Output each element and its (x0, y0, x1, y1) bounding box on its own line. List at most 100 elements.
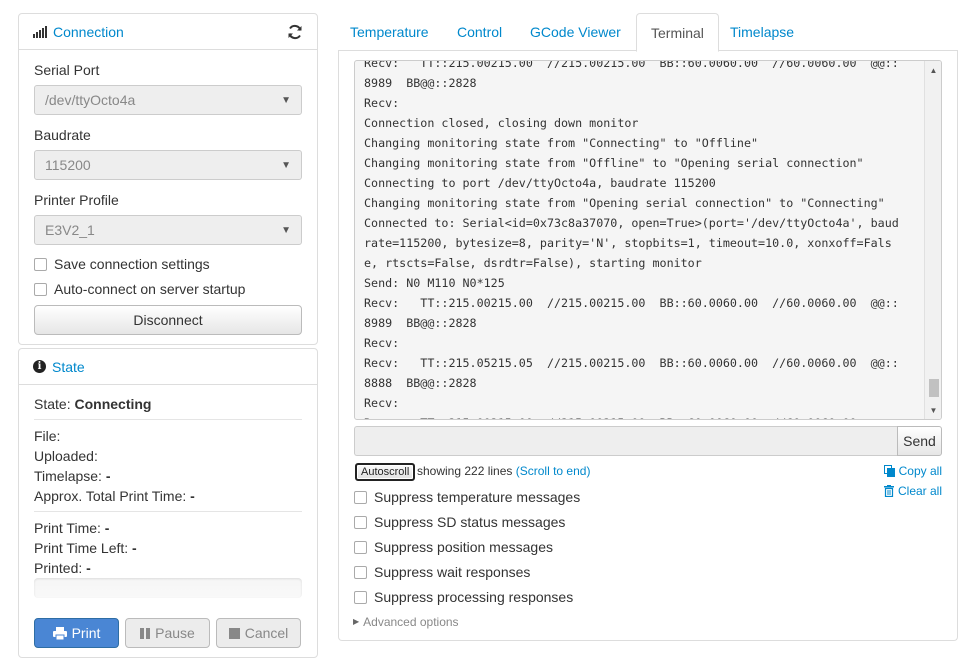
terminal-line: Connection closed, closing down monitor (364, 116, 639, 130)
tab-control[interactable]: Control (443, 13, 516, 51)
chevron-down-icon: ▼ (281, 94, 291, 106)
stop-icon (228, 627, 240, 639)
divider (34, 419, 302, 420)
checkbox-box[interactable] (34, 257, 47, 271)
disconnect-button[interactable]: Disconnect (34, 305, 302, 335)
save-settings-checkbox[interactable]: Save connection settings (34, 256, 210, 272)
suppress-wait-label: Suppress wait responses (374, 564, 531, 580)
terminal-line: Recv: TT::215.00215.00 //215.00215.00 BB… (364, 413, 912, 419)
tab-gcode-viewer[interactable]: GCode Viewer (516, 13, 635, 51)
timelapse-value: - (105, 468, 111, 484)
connection-title[interactable]: Connection (53, 24, 124, 40)
print-time-row: Print Time: - (34, 518, 109, 538)
suppress-temperature-checkbox[interactable]: Suppress temperature messages (354, 487, 580, 507)
terminal-line: Changing monitoring state from "Opening … (364, 196, 885, 210)
pause-label: Pause (155, 625, 195, 641)
tab-timelapse[interactable]: Timelapse (716, 13, 808, 51)
scroll-down-icon[interactable]: ▼ (925, 403, 941, 417)
serial-port-label: Serial Port (34, 62, 100, 78)
checkbox-box[interactable] (34, 282, 47, 296)
suppress-wait-checkbox[interactable]: Suppress wait responses (354, 562, 530, 582)
terminal-output[interactable]: Recv: TT::215.00215.00 //215.00215.00 BB… (354, 60, 942, 420)
signal-icon (33, 25, 47, 38)
pause-icon (140, 627, 151, 639)
printer-profile-select[interactable]: E3V2_1 ▼ (34, 215, 302, 245)
terminal-line: e, rtscts=False, dsrdtr=False), starting… (364, 256, 702, 270)
serial-port-select[interactable]: /dev/ttyOcto4a ▼ (34, 85, 302, 115)
checkbox-box[interactable] (354, 490, 367, 504)
showing-lines-text: showing 222 lines (417, 464, 513, 478)
progress-bar (34, 578, 302, 598)
timelapse-label: Timelapse: (34, 468, 102, 484)
suppress-sd-checkbox[interactable]: Suppress SD status messages (354, 512, 565, 532)
state-header[interactable]: i State (19, 349, 317, 385)
terminal-line: Recv: TT::215.00215.00 //215.00215.00 BB… (364, 60, 899, 70)
baudrate-value: 115200 (45, 157, 91, 173)
terminal-line: 8888 BB@@::2828 (364, 376, 477, 390)
tab-terminal[interactable]: Terminal (636, 13, 719, 52)
state-row: State: Connecting (34, 394, 151, 414)
uploaded-row: Uploaded: (34, 446, 98, 466)
checkbox-box[interactable] (354, 515, 367, 529)
auto-connect-label: Auto-connect on server startup (54, 281, 246, 297)
cancel-button[interactable]: Cancel (216, 618, 301, 648)
state-label: State: (34, 396, 71, 412)
clear-all-label: Clear all (897, 484, 942, 498)
printer-profile-value: E3V2_1 (45, 222, 95, 238)
print-label: Print (71, 625, 101, 641)
tab-temperature[interactable]: Temperature (336, 13, 443, 51)
advanced-options-toggle[interactable]: ▶ Advanced options (353, 614, 459, 630)
terminal-line: Changing monitoring state from "Connecti… (364, 136, 759, 150)
chevron-down-icon: ▼ (281, 159, 291, 171)
terminal-line: Recv: (364, 396, 400, 410)
uploaded-label: Uploaded: (34, 448, 98, 464)
caret-right-icon: ▶ (353, 617, 360, 626)
terminal-line: Recv: (364, 336, 400, 350)
scroll-up-icon[interactable]: ▲ (925, 63, 941, 77)
terminal-line: Changing monitoring state from "Offline"… (364, 156, 864, 170)
connection-header[interactable]: Connection (19, 14, 317, 50)
print-button[interactable]: Print (34, 618, 119, 648)
suppress-processing-label: Suppress processing responses (374, 589, 574, 605)
copy-all-label: Copy all (898, 464, 942, 478)
chevron-down-icon: ▼ (281, 224, 291, 236)
baudrate-select[interactable]: 115200 ▼ (34, 150, 302, 180)
advanced-options-label: Advanced options (363, 615, 459, 629)
scrollbar-thumb[interactable] (929, 379, 939, 397)
timelapse-row: Timelapse: - (34, 466, 111, 486)
file-label: File: (34, 428, 61, 444)
time-left-label: Print Time Left: (34, 540, 129, 556)
printer-icon (52, 626, 67, 640)
tab-bar: Temperature Control GCode Viewer Termina… (336, 13, 958, 52)
command-input[interactable] (354, 426, 898, 456)
terminal-line: rate=115200, bytesize=8, parity='N', sto… (364, 236, 892, 250)
terminal-status: showing 222 lines (Scroll to end) (417, 463, 590, 479)
pause-button[interactable]: Pause (125, 618, 210, 648)
terminal-line: Recv: TT::215.00215.00 //215.00215.00 BB… (364, 296, 899, 310)
send-button[interactable]: Send (897, 426, 942, 456)
copy-all-link[interactable]: Copy all (883, 463, 942, 479)
terminal-scrollbar[interactable]: ▲ ▼ (924, 61, 941, 419)
suppress-position-checkbox[interactable]: Suppress position messages (354, 537, 553, 557)
terminal-line: Recv: TT::215.05215.05 //215.00215.00 BB… (364, 356, 899, 370)
checkbox-box[interactable] (354, 565, 367, 579)
time-left-value: - (132, 540, 137, 556)
terminal-lines: Recv: TT::215.00215.00 //215.00215.00 BB… (364, 60, 912, 419)
scroll-to-end-link[interactable]: (Scroll to end) (516, 464, 591, 478)
checkbox-box[interactable] (354, 590, 367, 604)
refresh-icon[interactable] (287, 24, 303, 40)
print-time-label: Print Time: (34, 520, 101, 536)
autoscroll-button[interactable]: Autoscroll (355, 463, 416, 481)
terminal-line: Recv: (364, 96, 400, 110)
auto-connect-checkbox[interactable]: Auto-connect on server startup (34, 281, 245, 297)
save-settings-label: Save connection settings (54, 256, 210, 272)
suppress-sd-label: Suppress SD status messages (374, 514, 566, 530)
terminal-line: Send: N0 M110 N0*125 (364, 276, 505, 290)
state-title[interactable]: State (52, 359, 85, 375)
file-row: File: (34, 426, 60, 446)
checkbox-box[interactable] (354, 540, 367, 554)
suppress-processing-checkbox[interactable]: Suppress processing responses (354, 587, 573, 607)
clear-all-link[interactable]: Clear all (883, 483, 942, 499)
info-icon: i (33, 360, 46, 373)
copy-icon (883, 465, 895, 477)
